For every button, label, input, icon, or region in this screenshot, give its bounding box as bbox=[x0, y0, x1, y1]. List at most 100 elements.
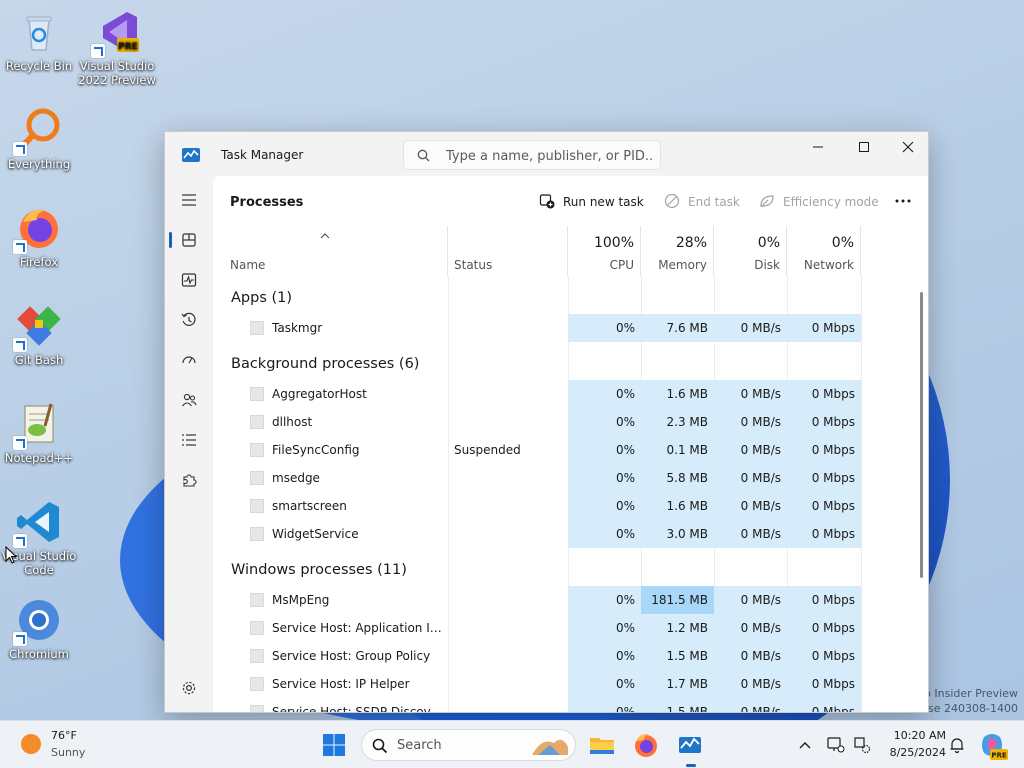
table-row[interactable]: FileSyncConfig Suspended 0% 0.1 MB 0 MB/… bbox=[213, 436, 913, 464]
search-icon bbox=[417, 149, 430, 162]
process-icon bbox=[250, 471, 264, 485]
taskbar-firefox[interactable] bbox=[630, 729, 662, 761]
nav-menu-button[interactable] bbox=[169, 182, 209, 218]
navigation-rail bbox=[165, 176, 213, 712]
group-header-background-processes[interactable]: Background processes (6) bbox=[213, 346, 913, 384]
table-row[interactable]: Service Host: SSDP Discovery 0% 1.5 MB 0… bbox=[213, 698, 913, 712]
running-indicator bbox=[686, 764, 696, 767]
process-icon bbox=[250, 649, 264, 663]
table-row[interactable]: Service Host: Application Infor... 0% 1.… bbox=[213, 614, 913, 642]
title-bar[interactable]: Task Manager bbox=[165, 132, 928, 176]
nav-item-services[interactable] bbox=[169, 462, 209, 498]
nav-item-users[interactable] bbox=[169, 382, 209, 418]
desktop-icon-visual-studio-code[interactable]: Visual Studio Code bbox=[0, 498, 78, 577]
shortcut-arrow-icon bbox=[13, 142, 27, 156]
table-row[interactable]: smartscreen 0% 1.6 MB 0 MB/s 0 Mbps bbox=[213, 492, 913, 520]
desktop-icon-firefox[interactable]: Firefox bbox=[0, 204, 78, 269]
table-row[interactable]: dllhost 0% 2.3 MB 0 MB/s 0 Mbps bbox=[213, 408, 913, 436]
details-list-icon bbox=[182, 434, 196, 446]
column-header-network[interactable]: 0% Network bbox=[787, 226, 861, 276]
group-header-windows-processes[interactable]: Windows processes (11) bbox=[213, 552, 913, 590]
taskbar-search-box[interactable]: Search bbox=[361, 729, 576, 761]
nav-item-startup-apps[interactable] bbox=[169, 342, 209, 378]
table-row[interactable]: Service Host: IP Helper 0% 1.7 MB 0 MB/s… bbox=[213, 670, 913, 698]
tray-display-icon-button[interactable] bbox=[826, 735, 846, 755]
desktop-icon-everything[interactable]: Everything bbox=[0, 106, 78, 171]
windows-build-watermark: ro Insider Preview ease 240308-1400 bbox=[914, 687, 1018, 715]
column-header-name[interactable]: Name bbox=[213, 226, 448, 276]
nav-item-settings[interactable] bbox=[169, 670, 209, 706]
shortcut-arrow-icon bbox=[13, 632, 27, 646]
column-header-cpu[interactable]: 100% CPU bbox=[568, 226, 641, 276]
users-icon bbox=[182, 393, 197, 407]
nav-item-details[interactable] bbox=[169, 422, 209, 458]
performance-icon bbox=[181, 273, 197, 287]
vertical-scrollbar[interactable] bbox=[920, 292, 923, 578]
table-row[interactable]: Taskmgr 0% 7.6 MB 0 MB/s 0 Mbps bbox=[213, 314, 913, 342]
column-header-status[interactable]: Status bbox=[448, 226, 568, 276]
taskbar-task-manager[interactable] bbox=[674, 729, 706, 767]
recycle-bin-icon bbox=[26, 16, 52, 51]
search-input[interactable] bbox=[446, 146, 652, 166]
table-row[interactable]: WidgetService 0% 3.0 MB 0 MB/s 0 Mbps bbox=[213, 520, 913, 548]
shortcut-arrow-icon bbox=[13, 240, 27, 254]
end-task-icon bbox=[664, 193, 680, 209]
maximize-button[interactable] bbox=[841, 132, 887, 162]
tray-network-button[interactable] bbox=[852, 735, 872, 755]
desktop-icon-chromium[interactable]: Chromium bbox=[0, 596, 78, 661]
column-header-disk[interactable]: 0% Disk bbox=[714, 226, 787, 276]
minimize-icon bbox=[813, 146, 823, 148]
nav-item-app-history[interactable] bbox=[169, 302, 209, 338]
copilot-icon: PRE bbox=[982, 734, 1008, 760]
show-hidden-icons-button[interactable] bbox=[795, 735, 815, 755]
table-row[interactable]: MsMpEng 0% 181.5 MB 0 MB/s 0 Mbps bbox=[213, 586, 913, 614]
more-ellipsis-icon bbox=[895, 199, 911, 203]
taskbar: 76°F Sunny Search 10:20 AM 8/25/2024 PRE bbox=[0, 720, 1024, 768]
sort-ascending-icon bbox=[320, 233, 330, 239]
task-manager-icon bbox=[679, 737, 701, 753]
column-header-memory[interactable]: 28% Memory bbox=[641, 226, 714, 276]
shortcut-arrow-icon bbox=[13, 436, 27, 450]
processes-icon bbox=[182, 233, 196, 247]
minimize-button[interactable] bbox=[795, 132, 841, 162]
shortcut-arrow-icon bbox=[91, 44, 105, 58]
bell-icon bbox=[950, 738, 964, 754]
shortcut-arrow-icon bbox=[13, 338, 27, 352]
startup-speedometer-icon bbox=[182, 356, 196, 364]
run-new-task-icon bbox=[539, 194, 555, 209]
process-icon bbox=[250, 677, 264, 691]
process-icon bbox=[250, 415, 264, 429]
start-button[interactable] bbox=[318, 729, 350, 761]
chevron-up-icon bbox=[799, 742, 811, 749]
nav-item-performance[interactable] bbox=[169, 262, 209, 298]
maximize-icon bbox=[859, 142, 869, 152]
processes-page: Processes Run new task End task Efficien… bbox=[213, 176, 928, 712]
search-icon bbox=[372, 738, 388, 754]
process-icon bbox=[250, 705, 264, 712]
table-row[interactable]: Service Host: Group Policy 0% 1.5 MB 0 M… bbox=[213, 642, 913, 670]
table-row[interactable]: AggregatorHost 0% 1.6 MB 0 MB/s 0 Mbps bbox=[213, 380, 913, 408]
desktop-icon-visual-studio-2022-preview[interactable]: PRE Visual Studio 2022 Preview bbox=[78, 8, 156, 87]
windows-logo-icon bbox=[323, 734, 345, 756]
group-header-apps[interactable]: Apps (1) bbox=[213, 280, 913, 318]
desktop-icon-notepad-plus-plus[interactable]: Notepad++ bbox=[0, 400, 78, 465]
nav-item-processes[interactable] bbox=[169, 222, 209, 258]
task-manager-logo-icon bbox=[182, 148, 200, 162]
notifications-button[interactable] bbox=[947, 735, 967, 755]
search-box[interactable] bbox=[403, 140, 661, 170]
desktop-icon-recycle-bin[interactable]: Recycle Bin bbox=[0, 8, 78, 73]
command-bar: Processes Run new task End task Efficien… bbox=[213, 176, 928, 226]
process-icon bbox=[250, 499, 264, 513]
pre-badge: PRE bbox=[118, 42, 138, 52]
taskbar-file-explorer[interactable] bbox=[586, 729, 618, 761]
mouse-cursor-icon bbox=[5, 546, 17, 564]
more-options-button[interactable] bbox=[889, 190, 917, 212]
sun-icon bbox=[21, 734, 41, 754]
desktop-icon-git-bash[interactable]: Git Bash bbox=[0, 302, 78, 367]
copilot-pre-badge: PRE bbox=[991, 752, 1007, 760]
copilot-button[interactable]: PRE bbox=[976, 729, 1008, 761]
table-row[interactable]: msedge 0% 5.8 MB 0 MB/s 0 Mbps bbox=[213, 464, 913, 492]
close-button[interactable] bbox=[885, 132, 928, 162]
process-icon bbox=[250, 443, 264, 457]
efficiency-leaf-icon bbox=[760, 195, 774, 208]
